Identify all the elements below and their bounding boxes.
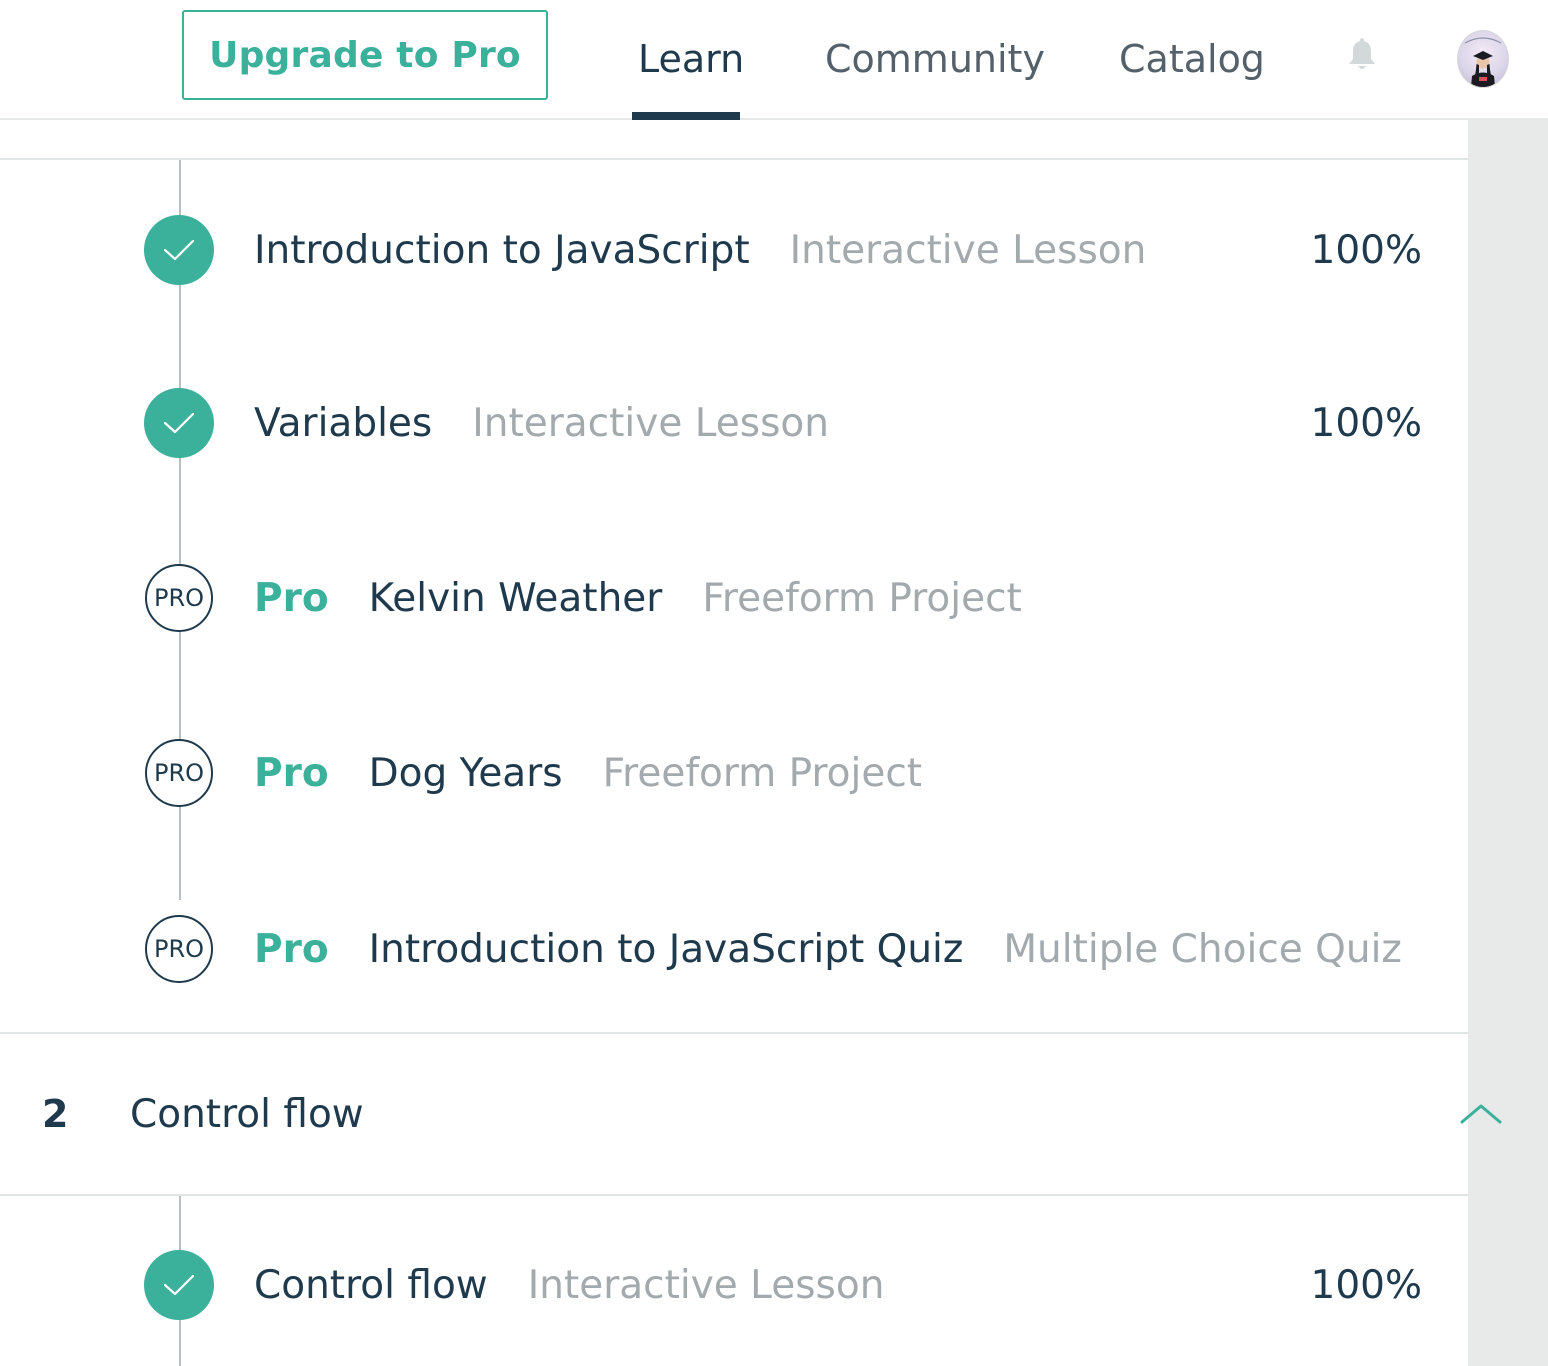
pro-badge-icon: PRO [145,915,213,983]
upgrade-to-pro-button[interactable]: Upgrade to Pro [182,10,548,100]
lesson-text: Pro Introduction to JavaScript Quiz Mult… [254,909,1402,989]
pro-badge-icon: PRO [145,739,213,807]
pro-label: Pro [254,750,329,796]
pro-label: Pro [254,575,329,621]
lesson-title[interactable]: Introduction to JavaScript Quiz [369,927,964,972]
lesson-text: Pro Dog Years Freeform Project [254,733,922,813]
lesson-title[interactable]: Variables [254,401,432,446]
section-divider [0,158,1468,160]
lesson-row[interactable]: Control flow Interactive Lesson 100% [0,1245,1468,1325]
lesson-title[interactable]: Dog Years [369,751,563,796]
lesson-type: Interactive Lesson [789,227,1147,273]
check-icon [144,215,214,285]
lesson-title[interactable]: Control flow [254,1263,488,1308]
nav-community[interactable]: Community [825,0,1045,118]
lesson-text: Control flow Interactive Lesson [254,1245,884,1325]
user-avatar[interactable] [1457,30,1509,88]
lesson-text: Variables Interactive Lesson [254,383,829,463]
section-number: 2 [42,1092,69,1136]
lesson-progress: 100% [1310,227,1423,273]
lesson-title[interactable]: Kelvin Weather [369,576,663,621]
lesson-row[interactable]: Variables Interactive Lesson 100% [0,383,1468,463]
lesson-row[interactable]: PRO Pro Dog Years Freeform Project [0,733,1468,813]
nav-catalog[interactable]: Catalog [1119,0,1265,118]
check-icon [144,1250,214,1320]
lesson-row[interactable]: PRO Pro Kelvin Weather Freeform Project [0,558,1468,638]
lesson-type: Freeform Project [602,750,923,796]
scrollbar-track[interactable] [1468,120,1548,1366]
section-divider [0,1194,1468,1196]
top-navigation-bar: Upgrade to Pro Learn Community Catalog [0,0,1548,120]
lesson-title[interactable]: Introduction to JavaScript [254,228,750,273]
lesson-progress: 100% [1310,1262,1423,1308]
nav-learn[interactable]: Learn [638,0,744,118]
lesson-type: Interactive Lesson [527,1262,885,1308]
pro-badge-icon: PRO [145,564,213,632]
pro-label: Pro [254,926,329,972]
chevron-up-icon[interactable] [1458,1098,1504,1128]
lesson-text: Pro Kelvin Weather Freeform Project [254,558,1022,638]
lesson-type: Multiple Choice Quiz [1003,926,1402,972]
bell-icon[interactable] [1346,38,1378,74]
section-header-control-flow[interactable]: 2 Control flow [0,1034,1468,1194]
check-icon [144,388,214,458]
section-title: Control flow [130,1091,364,1137]
lesson-row[interactable]: PRO Pro Introduction to JavaScript Quiz … [0,909,1468,989]
lesson-progress: 100% [1310,400,1423,446]
lesson-text: Introduction to JavaScript Interactive L… [254,210,1146,290]
lesson-type: Interactive Lesson [472,400,829,446]
lesson-type: Freeform Project [702,575,1022,621]
nav-active-indicator [632,112,740,120]
lesson-row[interactable]: Introduction to JavaScript Interactive L… [0,210,1468,290]
